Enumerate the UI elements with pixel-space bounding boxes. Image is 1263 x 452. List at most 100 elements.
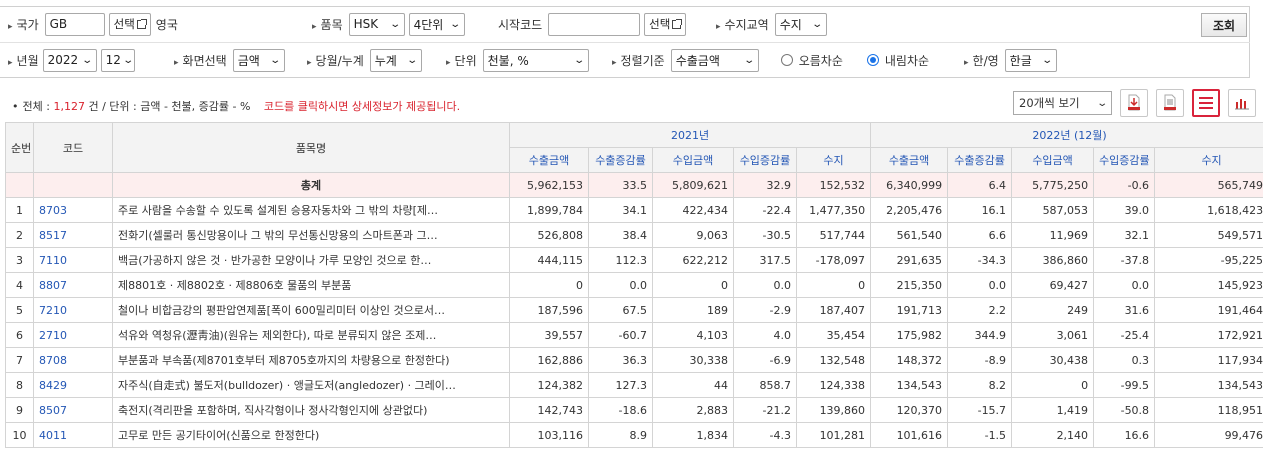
col-name-header[interactable]: 품목명 [112,122,510,173]
screen-select[interactable]: 금액 ⌄ [232,48,285,72]
y1-balance-header[interactable]: 수지 [795,147,872,173]
y1-export-growth-cell: 8.9 [588,422,653,448]
chart-view-button[interactable] [1228,89,1256,117]
rank-cell: 9 [5,397,34,423]
y2-import-cell: 11,969 [1011,222,1095,248]
y1-export-cell: 187,596 [509,297,589,323]
item-name-cell: 전화기(셀룰러 통신망용이나 그 밖의 무선통신망용의 스마트폰과 그… [112,222,510,248]
excel-download-button[interactable] [1120,89,1148,117]
unit-filter: 단위 천불, % ⌄ [446,48,589,72]
hs-code-link[interactable]: 8708 [33,347,113,373]
y1-import-amount-header[interactable]: 수입금액 [652,147,734,173]
period-value: 누계 [374,53,397,68]
list-view-button[interactable] [1192,89,1220,117]
year1-header: 2021년 [508,122,872,148]
table-row: 6 2710 석유와 역청유(瀝靑油)(원유는 제외한다), 따로 분류되지 않은 … [5,322,1263,348]
y2-export-cell: 120,370 [870,397,949,423]
hs-code-link[interactable]: 8703 [33,197,113,223]
y2-export-amount-header[interactable]: 수출금액 [870,147,949,173]
rank-cell: 5 [5,297,34,323]
y1-balance-cell: 0 [795,272,872,298]
y1-export-amount-header[interactable]: 수출금액 [509,147,589,173]
page-size-value: 20개씩 보기 [1019,96,1080,110]
total-y2-balance: 565,749 [1154,172,1263,198]
trade-type-select[interactable]: 수지 ⌄ [774,12,827,36]
y1-import-growth-cell: 4.0 [733,322,797,348]
hs-code-link[interactable]: 8517 [33,222,113,248]
col-code-header[interactable]: 코드 [33,122,113,173]
page-size-select[interactable]: 20개씩 보기 ⌄ [1013,91,1112,115]
y2-import-growth-cell: 31.6 [1093,297,1156,323]
item-digits-select[interactable]: 4단위 ⌄ [408,12,465,36]
total-row: 총계 5,962,153 33.5 5,809,621 32.9 152,532… [5,172,1263,198]
y2-import-cell: 0 [1011,372,1095,398]
country-name: 영국 [155,17,178,32]
y2-export-growth-header[interactable]: 수출증감률 [947,147,1013,173]
y2-import-cell: 30,438 [1011,347,1095,373]
country-select-button[interactable]: 선택 [108,12,151,36]
print-button[interactable] [1156,89,1184,117]
y1-import-growth-cell: -2.9 [733,297,797,323]
y2-import-cell: 386,860 [1011,247,1095,273]
y1-export-cell: 124,382 [509,372,589,398]
chevron-down-icon: ⌄ [743,54,756,66]
hs-code-link[interactable]: 4011 [33,422,113,448]
hs-code-link[interactable]: 7110 [33,247,113,273]
y2-export-growth-cell: -15.7 [947,397,1013,423]
y2-export-growth-cell: -1.5 [947,422,1013,448]
y2-import-amount-header[interactable]: 수입금액 [1011,147,1095,173]
y2-balance-header[interactable]: 수지 [1154,147,1263,173]
search-button[interactable]: 조회 [1201,13,1247,37]
trade-data-table: 순번 코드 품목명 2021년 2022년 (12월) 수출금액 수출증감률 수… [5,122,1263,448]
external-link-icon [136,18,147,29]
item-name-cell: 백금(가공하지 않은 것 · 반가공한 모양이나 가루 모양인 것으로 한… [112,247,510,273]
y1-export-cell: 526,808 [509,222,589,248]
start-code-select-button[interactable]: 선택 [644,12,687,36]
hs-code-link[interactable]: 8429 [33,372,113,398]
unit-select[interactable]: 천불, % ⌄ [482,48,589,72]
y2-import-growth-cell: 39.0 [1093,197,1156,223]
sort-select[interactable]: 수출금액 ⌄ [670,48,759,72]
y1-export-cell: 103,116 [509,422,589,448]
col-rank-header[interactable]: 순번 [5,122,34,173]
y1-import-growth-cell: 0.0 [733,272,797,298]
y1-export-growth-header[interactable]: 수출증감률 [588,147,653,173]
y1-import-growth-header[interactable]: 수입증감률 [733,147,797,173]
item-name-cell: 철이나 비합금강의 평판압연제품[폭이 600밀리미터 이상인 것으로서… [112,297,510,323]
y1-import-cell: 30,338 [652,347,734,373]
year-select[interactable]: 2022 ⌄ [42,48,97,72]
y2-balance-cell: 118,951 [1154,397,1263,423]
item-name-cell: 부분품과 부속품(제8701호부터 제8705호까지의 차량용으로 한정한다) [112,347,510,373]
hs-code-link[interactable]: 8807 [33,272,113,298]
hs-code-link[interactable]: 2710 [33,322,113,348]
y2-export-cell: 148,372 [870,347,949,373]
y2-export-growth-cell: 2.2 [947,297,1013,323]
chevron-down-icon: ⌄ [122,54,134,66]
item-digits-value: 4단위 [413,17,444,32]
total-y1-import-growth: 32.9 [733,172,797,198]
sort-descending-radio[interactable]: 내림차순 [866,52,929,69]
start-code-input[interactable] [548,12,641,36]
y1-export-cell: 142,743 [509,397,589,423]
period-select[interactable]: 누계 ⌄ [369,48,422,72]
sort-ascending-radio[interactable]: 오름차순 [780,52,843,69]
country-code-input[interactable]: GB [44,12,105,36]
sort-filter: 정렬기준 수출금액 ⌄ 오름차순 내림차순 [612,48,929,72]
y2-balance-cell: 549,571 [1154,222,1263,248]
total-y2-export-growth: 6.4 [947,172,1013,198]
screen-filter: 화면선택 금액 ⌄ [174,48,285,72]
hs-code-link[interactable]: 8507 [33,397,113,423]
y2-import-growth-header[interactable]: 수입증감률 [1093,147,1156,173]
y2-export-cell: 291,635 [870,247,949,273]
item-scheme-select[interactable]: HSK ⌄ [348,12,405,36]
language-select[interactable]: 한글 ⌄ [1004,48,1057,72]
y2-import-cell: 587,053 [1011,197,1095,223]
hs-code-link[interactable]: 7210 [33,297,113,323]
y2-export-growth-cell: 8.2 [947,372,1013,398]
y1-export-growth-cell: 112.3 [588,247,653,273]
item-name-cell: 축전지(격리판을 포함하며, 직사각형이나 정사각형인지에 상관없다) [112,397,510,423]
y2-export-growth-cell: 344.9 [947,322,1013,348]
y2-import-growth-cell: 0.3 [1093,347,1156,373]
chevron-down-icon: ⌄ [1041,54,1054,66]
month-select[interactable]: 12 ⌄ [100,48,135,72]
